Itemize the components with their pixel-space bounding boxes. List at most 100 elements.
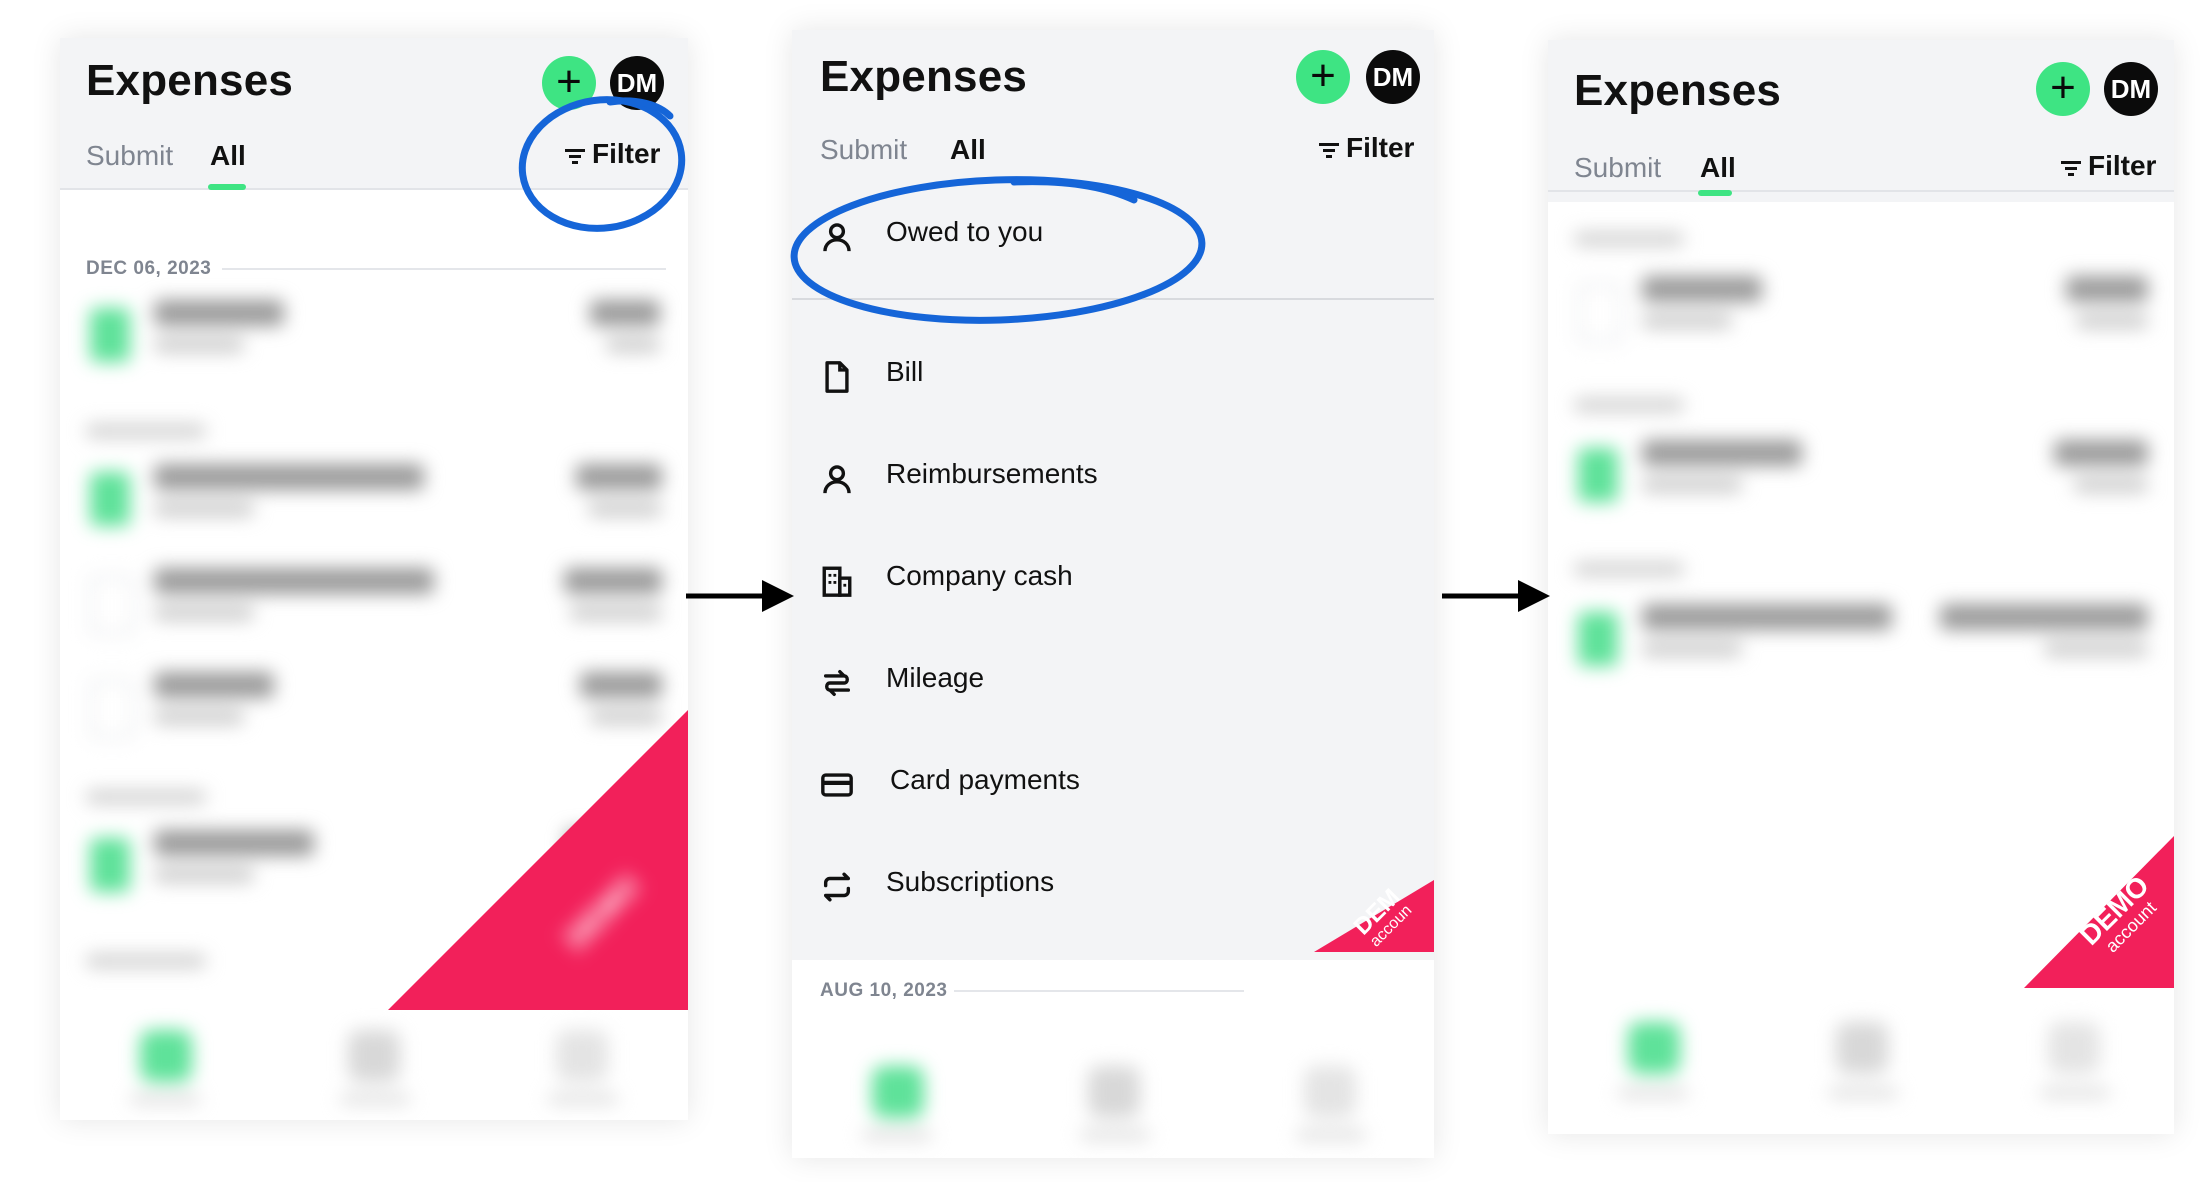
receipt-icon (90, 838, 130, 892)
list-item[interactable] (154, 464, 424, 490)
receipt-icon (90, 472, 130, 526)
nav-label (1828, 1088, 1898, 1098)
page-title: Expenses (86, 56, 294, 105)
list-item[interactable] (1642, 276, 1762, 302)
list-item[interactable] (1642, 604, 1892, 630)
list-item-amount (576, 464, 662, 490)
header: Expenses + DM Submit All Filter (792, 30, 1434, 182)
list-item[interactable] (1642, 440, 1802, 466)
nav-more-icon[interactable] (1304, 1066, 1356, 1118)
menu-item-company-cash[interactable]: Company cash (792, 530, 1434, 630)
menu-item-label: Card payments (890, 764, 1080, 795)
list-item-time (1642, 478, 1742, 492)
date-header (86, 790, 206, 804)
list-item-time (154, 502, 254, 516)
list-item-time (154, 868, 254, 882)
list-item[interactable] (154, 830, 314, 856)
flow-arrow (686, 580, 794, 612)
list-item[interactable] (154, 672, 274, 698)
tab-all[interactable]: All (1700, 152, 1736, 184)
document-icon (825, 361, 849, 393)
date-header (1574, 232, 1684, 246)
add-expense-button[interactable]: + (2036, 62, 2090, 116)
repeat-icon (823, 872, 851, 902)
demo-ribbon: DEM accoun (1284, 880, 1434, 1030)
nav-expenses-icon[interactable] (872, 1066, 924, 1118)
menu-item-label: Owed to you (886, 216, 1044, 247)
list-item-amount (590, 300, 660, 326)
filter-lines-icon (565, 148, 585, 164)
list-item-time (154, 338, 244, 352)
nav-more-icon[interactable] (2048, 1022, 2100, 1074)
nav-cards-icon[interactable] (348, 1030, 400, 1082)
tab-submit[interactable]: Submit (1574, 152, 1661, 184)
nav-cards-icon[interactable] (1836, 1022, 1888, 1074)
bottom-nav (792, 1030, 1434, 1158)
person-icon (823, 223, 851, 252)
list-item[interactable] (154, 568, 434, 594)
add-expense-button[interactable]: + (1296, 50, 1350, 104)
filter-button[interactable]: Filter (2060, 150, 2156, 182)
screen-filtered-result: Expenses + DM Submit All Filter DEMO acc… (1548, 40, 2174, 1134)
list-item-time (1642, 642, 1742, 656)
menu-item-label: Company cash (886, 560, 1073, 591)
list-item-sub (606, 338, 660, 352)
receipt-icon (1578, 448, 1618, 502)
nav-label (130, 1094, 200, 1104)
avatar[interactable]: DM (2104, 62, 2158, 116)
receipt-icon (90, 680, 134, 738)
date-header: AUG 10, 2023 (820, 980, 948, 1001)
list-item-time (154, 710, 244, 724)
list-item-time (154, 606, 254, 620)
tab-all[interactable]: All (210, 140, 246, 172)
nav-label (1296, 1130, 1366, 1140)
date-header (1574, 562, 1684, 576)
screen-filter-menu: Expenses + DM Submit All Filter Owed to … (792, 30, 1434, 1158)
menu-item-card-payments[interactable]: Card payments (792, 734, 1434, 834)
menu-item-bill[interactable]: Bill (792, 326, 1434, 426)
menu-item-reimbursements[interactable]: Reimbursements (792, 428, 1434, 528)
list-item-amount (1940, 604, 2148, 630)
route-icon (823, 669, 851, 697)
demo-ribbon: DEMO account (2024, 836, 2174, 988)
header: Expenses + DM Submit All Filter (60, 38, 688, 190)
menu-item-owed-to-you[interactable]: Owed to you (792, 186, 1434, 286)
avatar[interactable]: DM (610, 56, 664, 110)
filter-lines-icon (1319, 142, 1339, 158)
active-tab-indicator (1698, 190, 1732, 196)
menu-item-mileage[interactable]: Mileage (792, 632, 1434, 732)
filter-label: Filter (1346, 132, 1415, 163)
receipt-icon (1578, 612, 1618, 666)
nav-cards-icon[interactable] (1088, 1066, 1140, 1118)
tab-submit[interactable]: Submit (820, 134, 907, 166)
filter-button[interactable]: Filter (564, 138, 660, 170)
menu-item-label: Mileage (886, 662, 985, 693)
list-item[interactable] (154, 300, 284, 326)
divider (222, 268, 666, 270)
menu-divider (792, 298, 1434, 300)
filter-menu: Owed to you Bill Reimbursements Company … (792, 180, 1434, 962)
list-item-sub (570, 606, 662, 620)
nav-expenses-icon[interactable] (140, 1030, 192, 1082)
divider (954, 990, 1244, 992)
filter-button[interactable]: Filter (1318, 132, 1414, 164)
receipt-icon (90, 308, 130, 362)
avatar[interactable]: DM (1366, 50, 1420, 104)
menu-item-label: Subscriptions (886, 866, 1055, 897)
nav-more-icon[interactable] (556, 1030, 608, 1082)
list-item-amount (564, 568, 662, 594)
menu-item-label: Reimbursements (886, 458, 1098, 489)
nav-expenses-icon[interactable] (1628, 1022, 1680, 1074)
page-title: Expenses (1574, 66, 1782, 115)
flow-arrow (1442, 580, 1550, 612)
bottom-nav (1548, 988, 2174, 1134)
add-expense-button[interactable]: + (542, 56, 596, 110)
list-item-amount (580, 672, 662, 698)
nav-label (340, 1094, 410, 1104)
date-header (86, 954, 206, 968)
list-item-amount (2066, 276, 2148, 302)
date-header (86, 424, 206, 438)
nav-label (548, 1094, 618, 1104)
tab-submit[interactable]: Submit (86, 140, 173, 172)
tab-all[interactable]: All (950, 134, 986, 166)
